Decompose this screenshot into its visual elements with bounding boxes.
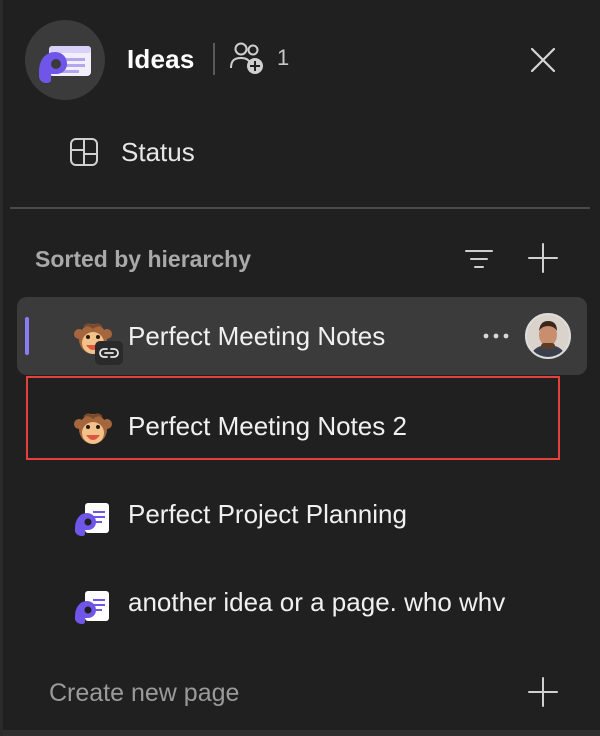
members-count: 1 [277,45,290,70]
link-badge [95,341,123,365]
people-add-icon [230,42,263,74]
plus-icon [528,243,558,273]
board-icon [70,138,98,166]
link-icon [99,348,119,358]
user-avatar-icon [527,315,569,357]
close-button[interactable] [523,40,563,80]
divider [10,207,590,209]
page-item-label: Perfect Meeting Notes 2 [128,411,407,441]
avatar[interactable] [525,313,571,359]
loop-page-icon [75,503,109,536]
more-horizontal-icon [483,333,509,339]
page-item-label: Perfect Project Planning [128,499,407,529]
page-item-another-idea[interactable]: another idea or a page. who whv [17,563,587,641]
create-new-page-button[interactable]: Create new page [49,679,239,708]
close-icon [530,47,556,73]
title-divider [213,43,215,75]
status-view-button[interactable]: Status [69,132,195,172]
workspace-app-icon[interactable] [25,20,105,100]
more-options-button[interactable] [479,322,513,350]
loop-workspace-icon [39,46,91,83]
page-item-label: another idea or a page. who whv [128,587,506,617]
add-page-button[interactable] [523,238,563,278]
create-page-add-button[interactable] [523,672,563,712]
page-item-perfect-project-planning[interactable]: Perfect Project Planning [17,475,587,553]
loop-page-icon [75,591,109,624]
sort-label: Sorted by hierarchy [35,246,252,272]
monkey-emoji-icon [74,413,112,444]
page-item-label: Perfect Meeting Notes [128,321,386,351]
panel-bottom-edge [3,730,600,736]
filter-icon [465,250,493,268]
page-item-perfect-meeting-notes-2[interactable]: Perfect Meeting Notes 2 [17,387,587,465]
sort-button[interactable] [461,241,497,277]
workspace-panel: Ideas 1 Status Sorted by hierarchy Perfe… [0,0,600,736]
plus-icon [528,677,558,707]
selected-indicator [25,317,29,355]
page-item-perfect-meeting-notes[interactable]: Perfect Meeting Notes [17,297,587,375]
status-label: Status [121,136,195,167]
page-title: Ideas [127,44,195,74]
members-button[interactable]: 1 [229,40,289,76]
